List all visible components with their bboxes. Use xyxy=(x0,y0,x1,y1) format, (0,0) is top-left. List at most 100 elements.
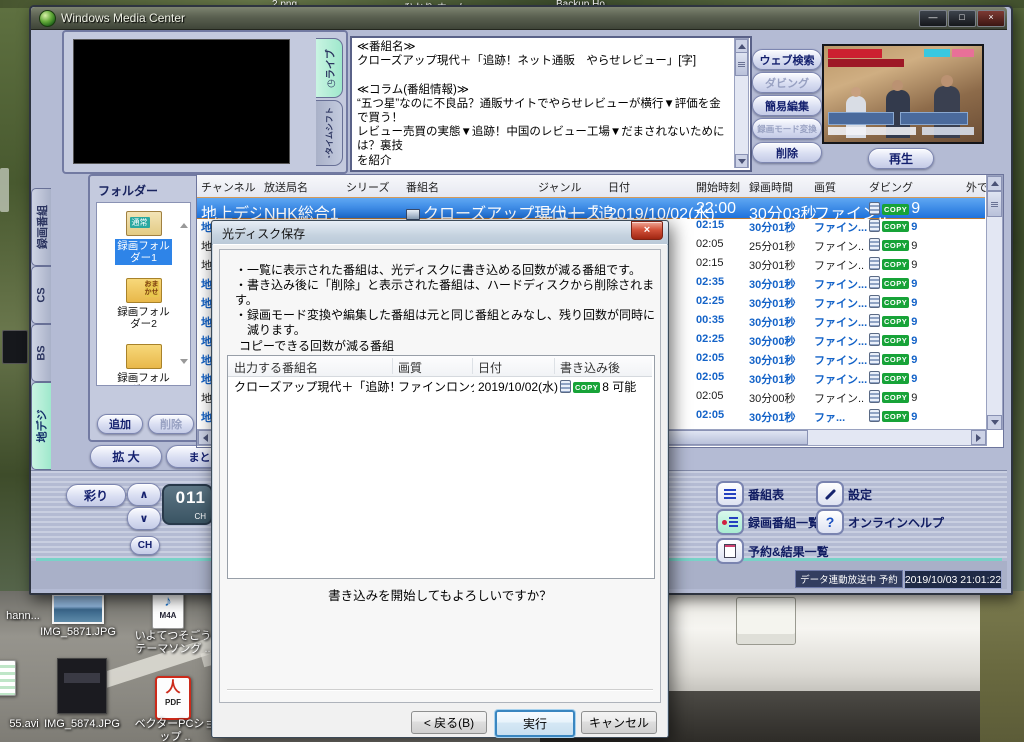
dialog-table-header: 出力する番組名 画質 日付 書き込み後 xyxy=(228,356,652,377)
recorded-list-icon[interactable] xyxy=(716,509,744,535)
window-titlebar[interactable]: Windows Media Center — □ × xyxy=(31,7,1007,30)
copy-count: 9 xyxy=(911,297,918,309)
list-scroll-up[interactable] xyxy=(180,206,188,228)
folder-icon xyxy=(125,344,162,369)
expand-button[interactable]: 拡 大 xyxy=(90,445,162,468)
menu-settings[interactable]: 設定 xyxy=(848,486,872,503)
delete-button[interactable]: 削除 xyxy=(752,142,822,163)
scroll-down-arrow[interactable] xyxy=(987,415,1002,430)
col-header[interactable]: 画質 xyxy=(814,179,836,195)
copy-badge: COPY xyxy=(882,204,910,215)
tab-terrestrial-digital[interactable]: 地デジ xyxy=(31,382,51,470)
scroll-up-arrow[interactable] xyxy=(735,39,748,53)
folder-item[interactable]: 通常 録画フォル ダー1 xyxy=(97,211,190,266)
online-help-icon[interactable]: ? xyxy=(816,509,844,535)
data-broadcast-status: データ連動放送中 予約 xyxy=(795,570,903,588)
scroll-right-arrow[interactable] xyxy=(971,430,986,445)
folder-add-button[interactable]: 追加 xyxy=(97,414,143,434)
folder-label[interactable]: 録画フォル ダー3 xyxy=(117,372,170,385)
dialog-close-button[interactable]: × xyxy=(631,221,663,240)
desktop-partial-icon xyxy=(2,330,28,364)
minimize-button[interactable]: — xyxy=(919,10,947,27)
col-header[interactable]: 外で xyxy=(966,179,988,195)
cell-dubbing: COPY 9 xyxy=(869,257,917,271)
info-scrollbar[interactable] xyxy=(734,38,749,168)
col-sep xyxy=(392,358,393,374)
tv-preview[interactable] xyxy=(822,44,984,144)
scroll-down-arrow[interactable] xyxy=(735,154,748,168)
channel-up-button[interactable]: ∧ xyxy=(127,483,161,506)
tab-timeshift[interactable]: ◔タイムシフト xyxy=(316,100,343,166)
table-vscrollbar[interactable] xyxy=(986,175,1003,430)
vscrollbar-thumb[interactable] xyxy=(987,191,1002,217)
play-button[interactable]: 再生 xyxy=(868,148,934,169)
pdf-file-icon[interactable]: 人 PDF xyxy=(155,676,191,720)
dialog-separator xyxy=(227,689,653,691)
folder-item[interactable]: おま かせ 録画フォル ダー2 xyxy=(97,278,190,332)
tab-cs[interactable]: CS xyxy=(31,266,51,324)
col-header[interactable]: 放送局名 xyxy=(264,179,308,195)
copy-badge: COPY xyxy=(882,240,910,251)
easy-edit-button[interactable]: 簡易編集 xyxy=(752,95,822,116)
folder-remove-button[interactable]: 削除 xyxy=(148,414,194,434)
col-header[interactable]: 番組名 xyxy=(406,179,439,195)
m4a-file-icon[interactable]: ♪ M4A xyxy=(152,592,184,629)
col-header[interactable]: ジャンル xyxy=(538,179,581,195)
disc-icon xyxy=(869,390,880,403)
menu-online-help[interactable]: オンラインヘルプ xyxy=(848,514,944,531)
irodori-button[interactable]: 彩り xyxy=(66,484,126,507)
col-header[interactable]: ダビング xyxy=(869,179,913,195)
execute-button[interactable]: 実行 xyxy=(495,710,575,737)
channel-down-button[interactable]: ∨ xyxy=(127,507,161,530)
folder-item[interactable]: 録画フォル ダー3 xyxy=(97,344,190,385)
tab-live[interactable]: ◷ライブ xyxy=(316,38,343,98)
list-scroll-down[interactable] xyxy=(180,359,188,382)
rec-mode-convert-button[interactable]: 録画モード変換 xyxy=(752,118,822,139)
web-search-button[interactable]: ウェブ検索 xyxy=(752,49,822,70)
disc-icon xyxy=(869,295,880,308)
col-header[interactable]: 録画時間 xyxy=(749,179,793,195)
desktop-icon-label[interactable]: IMG_5871.JPG xyxy=(28,626,128,639)
col-header[interactable]: 画質 xyxy=(398,359,422,376)
menu-recorded-list[interactable]: 録画番組一覧 xyxy=(748,514,820,531)
table-row-selected[interactable]: 地上デジタ.. NHK総合1・松.. クローズアップ現代＋「追.. ニュース／.… xyxy=(197,197,985,223)
copy-count: 9 xyxy=(911,335,918,347)
dialog-titlebar[interactable]: 光ディスク保存 × xyxy=(212,221,668,245)
col-header[interactable]: 日付 xyxy=(608,179,630,195)
video-preview[interactable] xyxy=(73,39,290,164)
folder-panel-title: フォルダー xyxy=(98,184,159,198)
scrollbar-thumb[interactable] xyxy=(735,52,748,76)
settings-icon[interactable] xyxy=(816,481,844,507)
cell-quality: ファイン.. xyxy=(814,260,865,272)
dialog-table-row[interactable]: クローズアップ現代＋「追跡！ネ.. ファインロング(.. 2019/10/02(… xyxy=(228,376,652,396)
folder-label[interactable]: 録画フォル ダー1 xyxy=(115,239,172,265)
channel-display: 011 CH xyxy=(162,484,213,525)
col-header[interactable]: チャンネル xyxy=(201,179,256,195)
cell-start-time: 02:05 xyxy=(696,390,724,402)
cancel-button[interactable]: キャンセル xyxy=(581,711,657,734)
photo-thumbnail-icon xyxy=(52,594,104,624)
scroll-up-arrow[interactable] xyxy=(987,176,1002,191)
copy-badge: COPY xyxy=(882,354,910,365)
col-header[interactable]: 出力する番組名 xyxy=(234,359,318,376)
close-button[interactable]: × xyxy=(977,10,1005,27)
avi-file-icon[interactable] xyxy=(0,660,16,696)
col-header[interactable]: 書き込み後 xyxy=(560,359,620,376)
col-header[interactable]: 日付 xyxy=(478,359,502,376)
ch-button[interactable]: CH xyxy=(130,536,160,555)
menu-reservations[interactable]: 予約&結果一覧 xyxy=(748,543,829,560)
back-button[interactable]: < 戻る(B) xyxy=(411,711,487,734)
tab-recorded-programs[interactable]: 録画番組 xyxy=(31,188,51,266)
reservations-icon[interactable] xyxy=(716,538,744,564)
desktop-icon-img5871[interactable] xyxy=(52,594,152,624)
col-header[interactable]: シリーズ xyxy=(346,179,389,195)
desktop-icon-hann[interactable]: hann... xyxy=(0,610,46,623)
tab-bs[interactable]: BS xyxy=(31,324,51,382)
program-guide-icon[interactable] xyxy=(716,481,744,507)
maximize-button[interactable]: □ xyxy=(948,10,976,27)
desktop-icon-img5874[interactable] xyxy=(57,658,107,714)
menu-program-guide[interactable]: 番組表 xyxy=(748,486,784,503)
dubbing-button[interactable]: ダビング xyxy=(752,72,822,93)
folder-label[interactable]: 録画フォル ダー2 xyxy=(117,306,170,330)
col-header[interactable]: 開始時刻 xyxy=(696,179,740,195)
